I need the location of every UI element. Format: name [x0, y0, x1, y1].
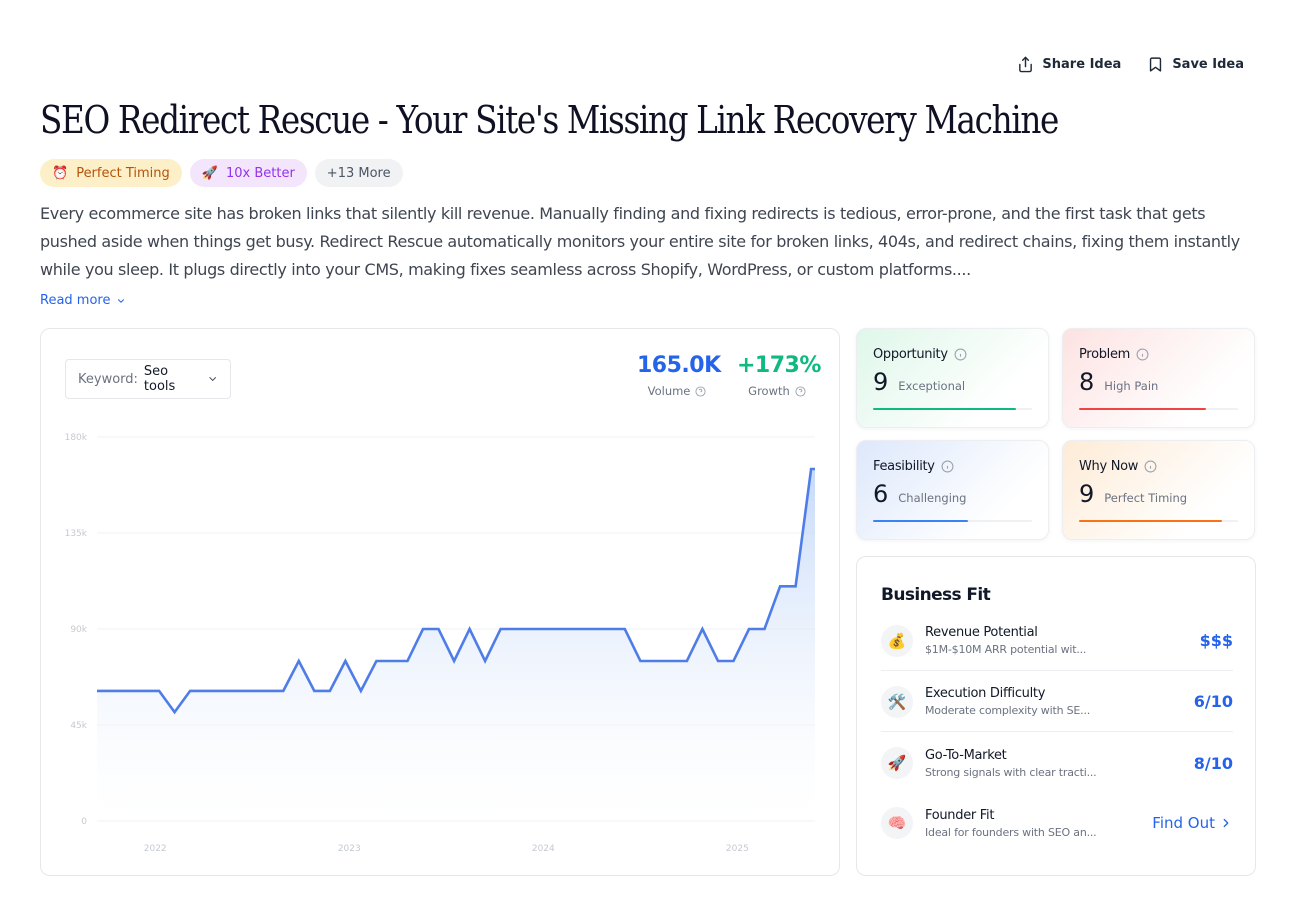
go-to-market-row[interactable]: 🚀 Go-To-Market Strong signals with clear… [881, 733, 1233, 793]
trend-area [97, 469, 815, 821]
tag-label: 10x Better [225, 165, 295, 181]
opportunity-label: Exceptional [898, 379, 966, 393]
go-to-market-sub: Strong signals with clear tracti... [925, 765, 1097, 779]
keyword-trend-card: Keyword: Seo tools 165.0K Volume +173% G… [40, 328, 840, 876]
problem-bar-fill [1079, 408, 1207, 410]
x-tick-label: 2022 [144, 844, 167, 854]
why-now-score: 9 [1079, 480, 1095, 508]
revenue-potential-value: $$$ [1199, 631, 1233, 650]
feasibility-bar [873, 520, 1032, 522]
feasibility-title: Feasibility [873, 459, 935, 474]
brain-icon: 🧠 [881, 807, 913, 839]
why-now-card[interactable]: Why Now 9 Perfect Timing [1062, 440, 1255, 540]
feasibility-bar-fill [873, 520, 969, 522]
trend-chart: 180k 135k 90k 45k 0 2022 2023 2024 2025 [65, 433, 815, 854]
opportunity-title: Opportunity [873, 347, 948, 362]
info-icon[interactable] [1136, 348, 1149, 361]
info-icon[interactable] [941, 460, 954, 473]
page-title: SEO Redirect Rescue - Your Site's Missin… [40, 98, 1059, 142]
info-icon[interactable] [1144, 460, 1157, 473]
tag-list: ⏰ Perfect Timing 🚀 10x Better +13 More [40, 159, 403, 187]
save-idea-button[interactable]: Save Idea [1147, 56, 1244, 73]
info-icon[interactable] [954, 348, 967, 361]
go-to-market-value: 8/10 [1193, 753, 1233, 773]
find-out-link[interactable]: Find Out [1152, 814, 1233, 832]
problem-label: High Pain [1104, 379, 1159, 393]
x-tick-label: 2024 [532, 844, 555, 854]
y-tick-label: 135k [65, 529, 88, 539]
revenue-potential-sub: $1M-$10M ARR potential wit... [925, 643, 1087, 656]
share-idea-label: Share Idea [1042, 57, 1122, 72]
find-out-label: Find Out [1152, 814, 1215, 832]
founder-fit-row[interactable]: 🧠 Founder Fit Ideal for founders with SE… [881, 793, 1233, 853]
business-fit-card: Business Fit 💰 Revenue Potential $1M-$10… [856, 556, 1256, 876]
execution-difficulty-title: Execution Difficulty [925, 686, 1046, 701]
tag-10x-better[interactable]: 🚀 10x Better [189, 159, 307, 187]
save-idea-label: Save Idea [1172, 57, 1244, 72]
feasibility-card[interactable]: Feasibility 6 Challenging [856, 440, 1049, 540]
chevron-right-icon [1223, 818, 1229, 828]
tools-icon: 🛠️ [881, 685, 913, 718]
problem-title: Problem [1079, 347, 1131, 362]
tag-label: Perfect Timing [76, 165, 170, 181]
y-tick-label: 0 [81, 817, 87, 827]
bookmark-icon [1150, 57, 1162, 72]
feasibility-label: Challenging [898, 491, 967, 505]
business-fit-title: Business Fit [881, 585, 991, 605]
x-tick-label: 2023 [338, 844, 361, 854]
problem-bar [1079, 408, 1238, 410]
go-to-market-title: Go-To-Market [925, 747, 1007, 763]
tag-label: +13 More [326, 165, 391, 181]
opportunity-bar [873, 408, 1032, 410]
why-now-bar [1079, 520, 1238, 522]
opportunity-card[interactable]: Opportunity 9 Exceptional [856, 328, 1049, 428]
why-now-label: Perfect Timing [1104, 491, 1188, 505]
execution-difficulty-value: 6/10 [1193, 692, 1233, 711]
money-bag-icon: 💰 [881, 624, 913, 657]
share-idea-button[interactable]: Share Idea [1017, 56, 1121, 73]
share-icon [1019, 56, 1033, 73]
problem-card[interactable]: Problem 8 High Pain [1062, 328, 1255, 428]
founder-fit-sub: Ideal for founders with SEO an... [925, 825, 1097, 839]
y-tick-label: 180k [65, 433, 88, 443]
founder-fit-title: Founder Fit [925, 807, 995, 823]
tag-perfect-timing[interactable]: ⏰ Perfect Timing [40, 159, 182, 187]
why-now-bar-fill [1079, 520, 1223, 522]
revenue-potential-title: Revenue Potential [925, 625, 1038, 640]
x-tick-label: 2025 [726, 844, 749, 854]
rocket-icon: 🚀 [201, 165, 218, 181]
opportunity-bar-fill [873, 408, 1017, 410]
idea-description: Every ecommerce site has broken links th… [40, 204, 1240, 279]
y-tick-label: 90k [70, 625, 87, 635]
alarm-clock-icon: ⏰ [52, 165, 69, 181]
execution-difficulty-sub: Moderate complexity with SE... [925, 704, 1091, 717]
chevron-down-icon [118, 298, 125, 303]
y-tick-label: 45k [70, 721, 87, 731]
feasibility-score: 6 [873, 480, 889, 508]
execution-difficulty-row[interactable]: 🛠️ Execution Difficulty Moderate complex… [881, 672, 1233, 732]
tag-more[interactable]: +13 More [314, 159, 403, 187]
problem-score: 8 [1079, 368, 1095, 396]
revenue-potential-row[interactable]: 💰 Revenue Potential $1M-$10M ARR potenti… [881, 611, 1233, 671]
read-more-link[interactable]: Read more [40, 293, 126, 308]
why-now-title: Why Now [1079, 459, 1139, 474]
read-more-label: Read more [40, 293, 111, 308]
opportunity-score: 9 [873, 368, 889, 396]
top-actions: Share Idea Save Idea [1017, 56, 1244, 73]
rocket-icon: 🚀 [881, 747, 913, 779]
